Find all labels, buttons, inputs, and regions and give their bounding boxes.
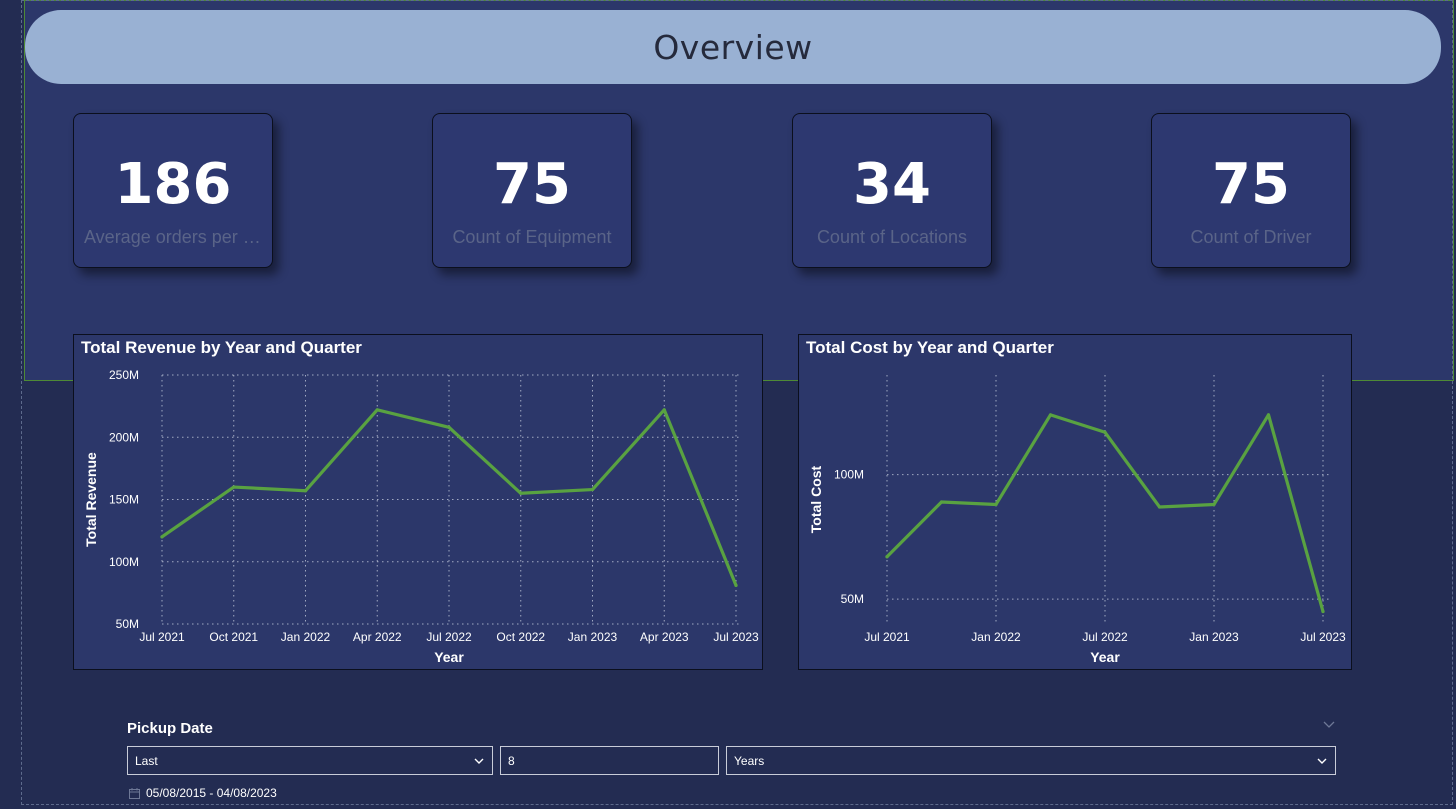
- kpi-card-average-orders[interactable]: 186 Average orders per d...: [73, 113, 273, 268]
- data-point: [519, 491, 523, 495]
- unit-value: Years: [734, 753, 765, 768]
- data-point: [1266, 413, 1271, 417]
- data-point: [994, 502, 998, 507]
- x-tick-label: Jul 2023: [713, 630, 759, 644]
- chevron-down-icon[interactable]: [1322, 718, 1336, 732]
- unit-dropdown[interactable]: Years: [726, 746, 1336, 775]
- y-axis-title: Total Cost: [808, 465, 824, 533]
- data-point: [1212, 502, 1216, 507]
- x-tick-label: Jan 2022: [971, 630, 1021, 644]
- revenue-chart-plot: 50M 100M 150M 200M 250M Jul 2021 Oct 2021 Jan 2…: [83, 368, 759, 665]
- x-tick-label: Apr 2023: [640, 630, 689, 644]
- cost-chart[interactable]: Total Cost by Year and Quarter 50M 100M Ju…: [798, 334, 1352, 670]
- series-line: [885, 413, 1325, 614]
- y-tick-label: 100M: [834, 468, 864, 482]
- data-point: [447, 425, 451, 429]
- data-point: [375, 408, 379, 412]
- kpi-value: 34: [853, 152, 931, 217]
- data-point: [1048, 413, 1053, 417]
- data-point: [590, 487, 595, 492]
- slicer-title: Pickup Date: [127, 720, 213, 737]
- data-point: [734, 583, 738, 588]
- count-value: 8: [508, 753, 515, 768]
- kpi-value: 75: [1212, 152, 1290, 217]
- y-tick-label: 100M: [109, 555, 139, 569]
- kpi-label: Average orders per d...: [84, 227, 262, 247]
- data-point: [662, 408, 666, 412]
- x-axis-title: Year: [1090, 649, 1120, 665]
- y-tick-label: 50M: [116, 617, 139, 631]
- data-point: [232, 485, 236, 489]
- kpi-card-count-equipment[interactable]: 75 Count of Equipment: [432, 113, 632, 268]
- revenue-chart[interactable]: Total Revenue by Year and Quarter 50M 100…: [73, 334, 763, 670]
- y-tick-label: 250M: [109, 368, 139, 382]
- cost-chart-plot: 50M 100M Jul 2021 Jan 2022 Jul 2022 Jan 2023 J…: [808, 375, 1346, 665]
- data-point: [303, 489, 308, 493]
- date-range: 05/08/2015 - 04/08/2023: [128, 785, 277, 801]
- x-tick-label: Oct 2022: [496, 630, 545, 644]
- data-point: [1103, 430, 1107, 434]
- chevron-down-icon: [1317, 758, 1327, 764]
- data-point: [1157, 505, 1162, 509]
- y-axis-title: Total Revenue: [83, 452, 99, 547]
- count-input[interactable]: 8: [500, 746, 719, 775]
- kpi-value: 186: [114, 152, 232, 217]
- kpi-label: Count of Driver: [1190, 227, 1312, 247]
- x-tick-label: Oct 2021: [209, 630, 258, 644]
- date-range-text: 05/08/2015 - 04/08/2023: [146, 786, 277, 800]
- kpi-label: Count of Equipment: [452, 227, 612, 247]
- data-point: [1321, 609, 1325, 614]
- page-title: Overview: [653, 27, 813, 67]
- relative-option-dropdown[interactable]: Last: [127, 746, 493, 775]
- calendar-icon: [129, 787, 140, 799]
- x-tick-label: Jul 2022: [1082, 630, 1128, 644]
- kpi-card-count-locations[interactable]: 34 Count of Locations: [792, 113, 992, 268]
- x-axis-title: Year: [434, 649, 464, 665]
- x-tick-label: Jul 2022: [426, 630, 472, 644]
- chevron-down-icon: [474, 758, 484, 764]
- x-tick-label: Jul 2023: [1300, 630, 1346, 644]
- x-tick-label: Jul 2021: [139, 630, 185, 644]
- y-tick-label: 50M: [841, 592, 864, 606]
- y-tick-label: 150M: [109, 493, 139, 507]
- data-point: [939, 500, 944, 504]
- x-tick-label: Jan 2023: [1189, 630, 1239, 644]
- x-tick-label: Jan 2023: [568, 630, 618, 644]
- page-header: Overview: [25, 10, 1441, 84]
- data-point: [885, 555, 889, 559]
- kpi-value: 75: [493, 152, 571, 217]
- relative-option-value: Last: [135, 753, 158, 768]
- x-tick-label: Jan 2022: [281, 630, 331, 644]
- x-tick-label: Apr 2022: [353, 630, 402, 644]
- y-tick-label: 200M: [109, 430, 139, 444]
- kpi-card-count-driver[interactable]: 75 Count of Driver: [1151, 113, 1351, 268]
- data-point: [160, 535, 164, 539]
- kpi-label: Count of Locations: [816, 227, 968, 247]
- x-tick-label: Jul 2021: [864, 630, 910, 644]
